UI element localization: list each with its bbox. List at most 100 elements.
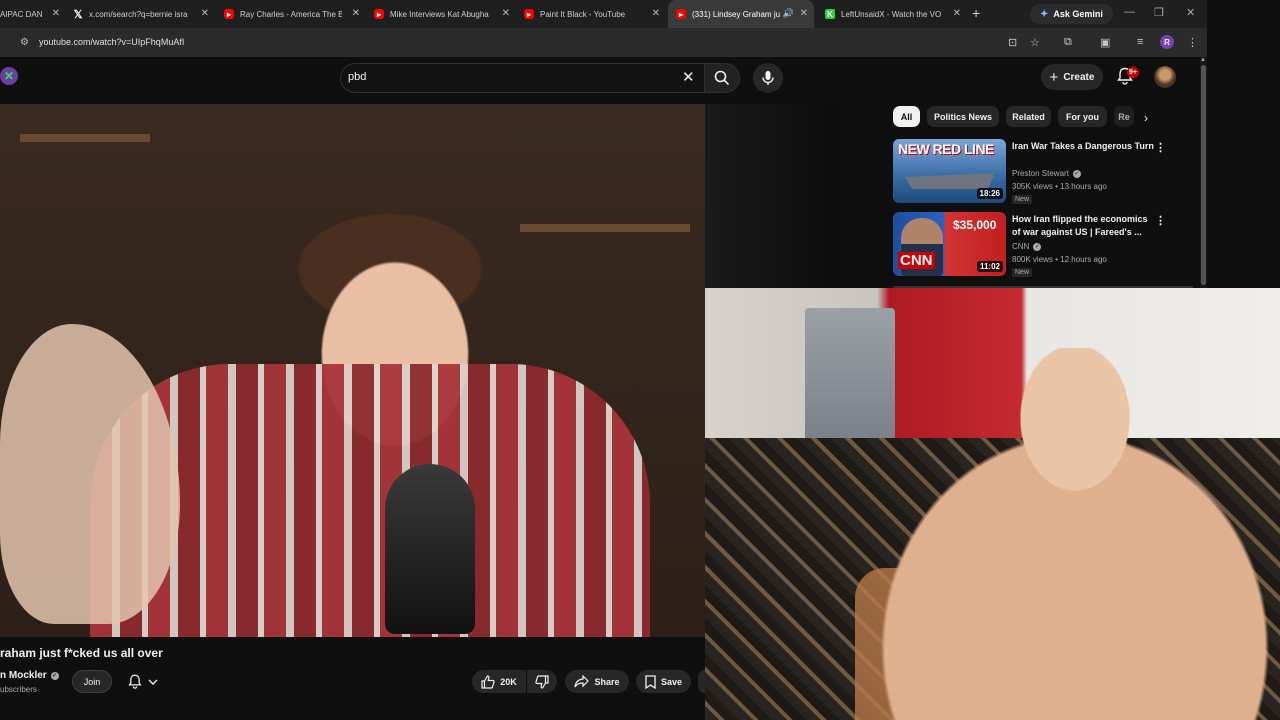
tab-4[interactable]: ▸ Paint It Black - YouTube ✕: [524, 0, 660, 28]
tab-0[interactable]: AIPAC DAN ✕: [0, 0, 64, 28]
video-title[interactable]: Iran War Takes a Dangerous Turn: [1012, 140, 1157, 153]
chip-label: All: [900, 111, 913, 122]
tab-5-active[interactable]: ▸ (331) Lindsey Graham ju 🔊 ✕: [668, 0, 814, 28]
close-icon[interactable]: ✕: [352, 8, 360, 19]
clear-search-icon[interactable]: ✕: [682, 68, 695, 86]
close-window-icon[interactable]: ✕: [1186, 6, 1195, 19]
maximize-icon[interactable]: ❐: [1154, 6, 1164, 19]
share-button[interactable]: Share: [565, 670, 629, 693]
tab-1[interactable]: 𝕏 x.com/search?q=bernie isra ✕: [73, 0, 209, 28]
video-player-margin: [705, 104, 885, 288]
more-options-icon[interactable]: ⋮: [1155, 141, 1166, 154]
more-options-icon[interactable]: ⋮: [1155, 214, 1166, 227]
chevron-down-icon: [148, 679, 158, 685]
browser-menu-icon[interactable]: ⋮: [1187, 36, 1198, 49]
chip-all[interactable]: All: [893, 106, 920, 127]
split-view-icon[interactable]: ▣: [1100, 36, 1110, 49]
search-button[interactable]: [704, 63, 740, 93]
recommendation-item[interactable]: $35,000 CNN 11:02 How Iran flipped the e…: [893, 212, 1193, 280]
tab-2[interactable]: ▸ Ray Charles - America The B ✕: [224, 0, 360, 28]
more-actions-button[interactable]: [698, 670, 705, 693]
search-icon: [714, 70, 730, 86]
chip-related[interactable]: Related: [1006, 106, 1051, 127]
new-tab-icon[interactable]: +: [972, 5, 980, 21]
account-avatar[interactable]: [1154, 66, 1176, 88]
voice-search-button[interactable]: [753, 63, 783, 93]
like-button[interactable]: 20K: [472, 670, 526, 693]
address-bar[interactable]: youtube.com/watch?v=UIpFhqMuAfI: [39, 37, 184, 47]
video-meta: 800K views • 12 hours ago: [1012, 255, 1107, 264]
chip-label: For you: [1066, 111, 1099, 122]
youtube-icon: ▸: [676, 9, 686, 19]
dislike-button[interactable]: [527, 670, 557, 693]
youtube-logo-icon[interactable]: ✕: [0, 67, 18, 85]
scroll-up-icon[interactable]: ▲: [1200, 57, 1206, 63]
youtube-icon: ▸: [374, 9, 384, 19]
scrollbar-thumb[interactable]: [1201, 65, 1206, 285]
tab-title: Ray Charles - America The B: [240, 9, 342, 19]
channel-name[interactable]: Preston Stewart ✓: [1012, 169, 1081, 178]
close-icon[interactable]: ✕: [652, 8, 660, 19]
video-thumbnail[interactable]: NEW RED LINE 18:26: [893, 139, 1006, 203]
chip-for-you[interactable]: For you: [1058, 106, 1107, 127]
thumbnail-ship: [905, 173, 995, 189]
close-icon[interactable]: ✕: [502, 8, 510, 19]
channel-label: CNN: [1012, 242, 1030, 251]
subscribe-notifications-button[interactable]: [118, 670, 168, 693]
background-shelf: [520, 224, 690, 232]
close-icon[interactable]: ✕: [201, 8, 209, 19]
bookmark-star-icon[interactable]: ☆: [1030, 36, 1040, 49]
browser-window: AIPAC DAN ✕ 𝕏 x.com/search?q=bernie isra…: [0, 0, 1280, 720]
browser-profile-avatar[interactable]: R: [1160, 35, 1174, 49]
join-label: Join: [83, 676, 101, 687]
microphone-icon: [762, 71, 774, 85]
channel-name[interactable]: n Mockler ✓: [0, 670, 59, 681]
x-logo-icon: 𝕏: [73, 8, 83, 21]
background-shelf: [20, 134, 150, 142]
chip-label: Related: [1012, 111, 1045, 122]
verified-icon: ✓: [1072, 169, 1081, 178]
webcam-overlay: [705, 288, 1280, 720]
related-chips: All Politics News Related For you Re: [893, 104, 1200, 128]
site-info-icon[interactable]: ⚙: [20, 37, 29, 48]
profile-initial: R: [1164, 37, 1170, 47]
tab-3[interactable]: ▸ Mike Interviews Kat Abugha ✕: [374, 0, 510, 28]
extensions-icon[interactable]: ⧉: [1064, 36, 1072, 49]
install-app-icon[interactable]: ⊡: [1008, 36, 1017, 49]
search-query-text[interactable]: pbd: [348, 71, 366, 83]
create-button[interactable]: + Create: [1041, 64, 1103, 90]
share-arrow-icon: [574, 675, 590, 688]
join-button[interactable]: Join: [72, 670, 112, 693]
video-duration: 18:26: [976, 188, 1003, 199]
thumbs-up-icon: [481, 674, 495, 689]
podcast-microphone: [385, 464, 475, 634]
chip-more[interactable]: Re: [1114, 106, 1134, 127]
save-button[interactable]: Save: [636, 670, 691, 693]
media-control-icon[interactable]: ≡: [1137, 36, 1143, 48]
verified-icon: ✓: [1033, 242, 1042, 251]
chevron-right-icon[interactable]: ›: [1144, 111, 1148, 125]
thumbs-down-icon: [535, 674, 549, 689]
tab-6[interactable]: K LeftUnsaidX - Watch the VO ✕: [825, 0, 961, 28]
green-favicon-icon: K: [825, 9, 835, 19]
cnn-logo: CNN: [898, 252, 935, 269]
chip-label: Politics News: [933, 111, 993, 122]
chip-politics-news[interactable]: Politics News: [927, 106, 999, 127]
video-player[interactable]: [0, 104, 705, 637]
close-icon[interactable]: ✕: [953, 8, 961, 19]
notification-count-badge: 9+: [1127, 67, 1139, 78]
channel-name[interactable]: CNN ✓: [1012, 242, 1042, 251]
close-icon[interactable]: ✕: [800, 8, 808, 19]
search-input[interactable]: [340, 63, 704, 93]
video-thumbnail[interactable]: $35,000 CNN 11:02: [893, 212, 1006, 276]
page-scrollbar[interactable]: ▲: [1200, 57, 1207, 288]
recommendation-item[interactable]: NEW RED LINE 18:26 Iran War Takes a Dang…: [893, 139, 1193, 207]
speaker-icon[interactable]: 🔊: [783, 8, 794, 19]
ask-gemini-label: Ask Gemini: [1053, 9, 1103, 19]
youtube-icon: ▸: [224, 9, 234, 19]
video-title[interactable]: How Iran flipped the economics of war ag…: [1012, 213, 1157, 239]
close-icon[interactable]: ✕: [52, 8, 60, 19]
channel-label: Preston Stewart: [1012, 169, 1069, 178]
ask-gemini-button[interactable]: ✦ Ask Gemini: [1030, 4, 1113, 24]
minimize-icon[interactable]: —: [1124, 6, 1135, 18]
